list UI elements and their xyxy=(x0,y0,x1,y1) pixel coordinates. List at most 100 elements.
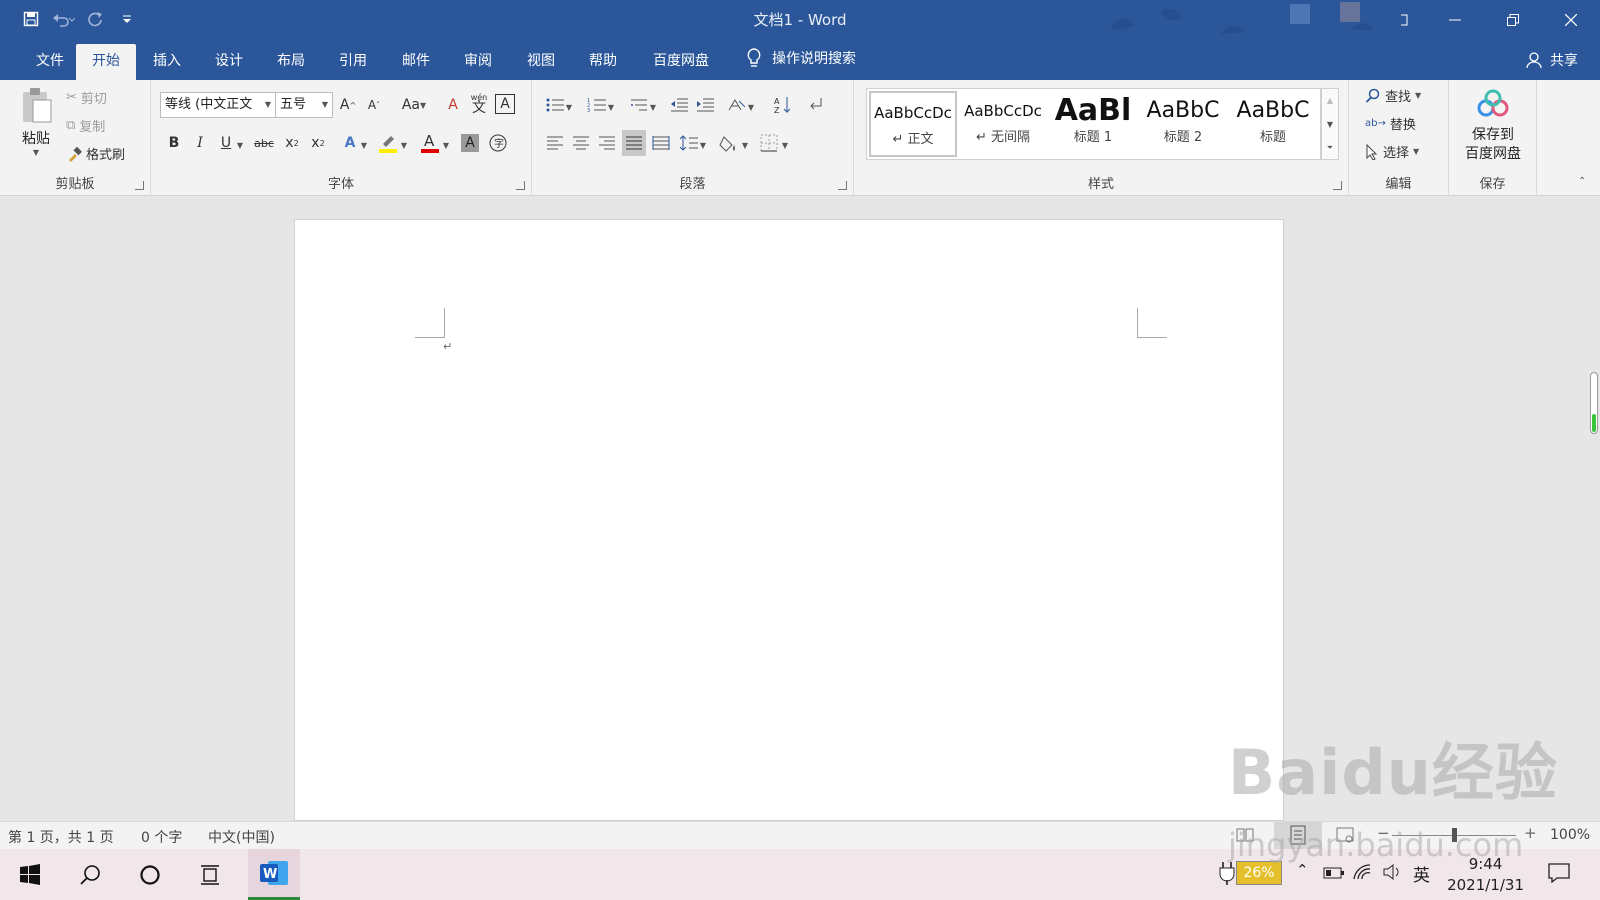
word-taskbar-icon[interactable]: W xyxy=(248,849,300,900)
show-hidden-icons-icon[interactable]: ⌃ xyxy=(1296,861,1309,879)
tab-design[interactable]: 设计 xyxy=(199,44,259,80)
tab-references[interactable]: 引用 xyxy=(323,44,383,80)
italic-icon[interactable]: I xyxy=(189,132,211,154)
read-mode-icon[interactable] xyxy=(1236,826,1254,844)
text-effects-icon[interactable]: A xyxy=(339,132,361,154)
line-spacing-dropdown-icon[interactable]: ▼ xyxy=(698,134,708,156)
tab-insert[interactable]: 插入 xyxy=(137,44,197,80)
show-paragraph-marks-icon[interactable] xyxy=(804,94,826,116)
phonetic-guide-icon[interactable]: wén 文 xyxy=(468,92,490,115)
highlight-dropdown-icon[interactable]: ▼ xyxy=(399,134,409,156)
numbering-icon[interactable]: 123 xyxy=(586,94,608,116)
tab-baidu-netdisk[interactable]: 百度网盘 xyxy=(637,44,725,80)
select-button[interactable]: 选择 ▼ xyxy=(1365,142,1419,161)
wifi-icon[interactable] xyxy=(1352,863,1372,885)
format-painter-button[interactable]: 格式刷 xyxy=(66,144,125,163)
volume-icon[interactable] xyxy=(1382,863,1402,885)
replace-button[interactable]: ab→ 替换 xyxy=(1365,114,1416,133)
grow-font-icon[interactable]: A ^ xyxy=(337,94,359,116)
superscript-icon[interactable]: x2 xyxy=(307,132,329,154)
highlight-icon[interactable] xyxy=(377,132,399,154)
enclosed-characters-icon[interactable]: 字 xyxy=(487,132,509,154)
increase-indent-icon[interactable] xyxy=(694,94,716,116)
ribbon-display-options-icon[interactable] xyxy=(1382,0,1426,40)
chinese-layout-icon[interactable] xyxy=(726,94,748,116)
style-title[interactable]: AaBbC 标题 xyxy=(1229,91,1317,157)
cortana-icon[interactable] xyxy=(124,849,176,900)
action-center-icon[interactable] xyxy=(1548,863,1570,887)
tell-me-search[interactable]: 操作说明搜索 xyxy=(746,48,856,68)
paragraph-dialog-launcher[interactable] xyxy=(838,181,847,190)
tab-mailings[interactable]: 邮件 xyxy=(386,44,446,80)
restore-button[interactable] xyxy=(1484,0,1542,40)
decrease-indent-icon[interactable] xyxy=(668,94,690,116)
language-indicator[interactable]: 中文(中国) xyxy=(208,827,275,847)
search-icon[interactable] xyxy=(64,849,116,900)
shading-icon[interactable] xyxy=(718,132,740,154)
copy-button[interactable]: ⧉ 复制 xyxy=(66,116,105,135)
align-right-icon[interactable] xyxy=(596,132,618,154)
bullets-dropdown-icon[interactable]: ▼ xyxy=(564,96,574,118)
share-button[interactable]: 共享 xyxy=(1526,50,1578,70)
clear-formatting-icon[interactable]: A xyxy=(442,94,464,116)
style-heading-1[interactable]: AaBl 标题 1 xyxy=(1049,91,1137,157)
change-case-icon[interactable]: Aa ▼ xyxy=(397,94,431,116)
shading-dropdown-icon[interactable]: ▼ xyxy=(740,134,750,156)
tab-help[interactable]: 帮助 xyxy=(573,44,633,80)
style-normal[interactable]: AaBbCcDc ↵ 正文 xyxy=(869,91,957,157)
gallery-up-icon[interactable]: ▲ xyxy=(1322,89,1338,113)
zoom-level[interactable]: 100% xyxy=(1550,827,1590,843)
character-shading-icon[interactable]: A xyxy=(461,134,479,152)
tab-layout[interactable]: 布局 xyxy=(261,44,321,80)
page-count[interactable]: 第 1 页，共 1 页 xyxy=(8,827,114,847)
clock[interactable]: 9:44 2021/1/31 xyxy=(1447,854,1524,896)
distributed-icon[interactable] xyxy=(650,132,672,154)
close-button[interactable] xyxy=(1542,0,1600,40)
vertical-scrollbar[interactable] xyxy=(1590,372,1598,434)
justify-icon[interactable] xyxy=(622,130,646,156)
sort-icon[interactable]: AZ xyxy=(772,94,794,116)
text-effects-dropdown-icon[interactable]: ▼ xyxy=(359,134,369,156)
subscript-icon[interactable]: x2 xyxy=(281,132,303,154)
clipboard-dialog-launcher[interactable] xyxy=(135,181,144,190)
task-view-icon[interactable] xyxy=(184,849,236,900)
font-name-box[interactable]: 等线 (中文正文 ▼ xyxy=(160,92,276,118)
plug-icon[interactable] xyxy=(1218,861,1236,889)
cut-button[interactable]: ✂ 剪切 xyxy=(66,88,107,107)
tab-view[interactable]: 视图 xyxy=(511,44,571,80)
underline-icon[interactable]: U xyxy=(215,132,237,154)
tab-home[interactable]: 开始 xyxy=(76,44,136,80)
align-center-icon[interactable] xyxy=(570,132,592,154)
borders-icon[interactable] xyxy=(758,132,780,154)
style-no-spacing[interactable]: AaBbCcDc ↵ 无间隔 xyxy=(959,91,1047,157)
gallery-more-icon[interactable]: ⏷ xyxy=(1322,137,1338,159)
find-button[interactable]: 查找 ▼ xyxy=(1365,86,1421,105)
align-left-icon[interactable] xyxy=(544,132,566,154)
borders-dropdown-icon[interactable]: ▼ xyxy=(780,134,790,156)
zoom-in-icon[interactable]: + xyxy=(1524,824,1537,842)
font-color-dropdown-icon[interactable]: ▼ xyxy=(441,134,451,156)
font-size-box[interactable]: 五号 ▼ xyxy=(275,92,333,118)
multilevel-list-dropdown-icon[interactable]: ▼ xyxy=(648,96,658,118)
battery-percent[interactable]: 26% xyxy=(1236,861,1282,885)
font-color-icon[interactable]: A xyxy=(419,132,441,154)
minimize-button[interactable] xyxy=(1426,0,1484,40)
web-layout-icon[interactable] xyxy=(1336,826,1354,844)
bullets-icon[interactable] xyxy=(544,94,566,116)
zoom-out-icon[interactable]: − xyxy=(1377,824,1390,842)
battery-icon[interactable] xyxy=(1323,866,1345,884)
input-method-indicator[interactable]: 英 xyxy=(1413,861,1430,886)
gallery-down-icon[interactable]: ▼ xyxy=(1322,113,1338,137)
document-page[interactable]: ↵ xyxy=(294,219,1284,821)
tab-review[interactable]: 审阅 xyxy=(448,44,508,80)
numbering-dropdown-icon[interactable]: ▼ xyxy=(606,96,616,118)
strikethrough-icon[interactable]: abc xyxy=(251,132,277,154)
print-layout-icon[interactable] xyxy=(1274,822,1322,849)
font-dialog-launcher[interactable] xyxy=(516,181,525,190)
paste-button[interactable]: 粘贴 ▼ xyxy=(18,86,54,157)
line-spacing-icon[interactable] xyxy=(678,132,700,154)
shrink-font-icon[interactable]: Aˇ xyxy=(363,94,385,116)
zoom-slider-thumb[interactable] xyxy=(1452,828,1457,842)
windows-start-icon[interactable] xyxy=(4,849,56,900)
character-border-icon[interactable]: A xyxy=(495,94,515,114)
